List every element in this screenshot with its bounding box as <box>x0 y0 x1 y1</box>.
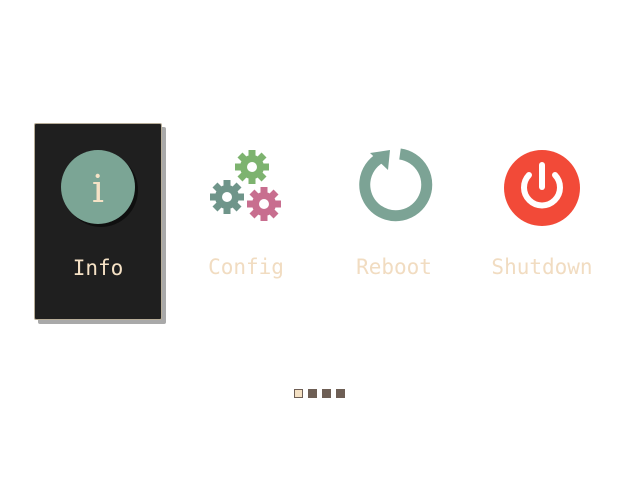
menu-item-shutdown[interactable]: Shutdown <box>478 123 606 320</box>
info-glyph: i <box>92 167 104 211</box>
page-dot-2[interactable] <box>308 389 317 398</box>
gear-teal <box>210 180 244 214</box>
launcher-screen: i Info Config Reboot Shutdown <box>0 0 640 480</box>
page-indicator <box>294 389 345 398</box>
menu-item-reboot-label: Reboot <box>356 255 432 279</box>
menu-item-config[interactable]: Config <box>182 123 310 320</box>
menu-item-info-label: Info <box>72 256 124 280</box>
gear-pink <box>247 187 281 221</box>
menu-item-config-label: Config <box>208 255 284 279</box>
power-icon <box>504 150 580 226</box>
page-dot-3[interactable] <box>322 389 331 398</box>
menu-item-reboot[interactable]: Reboot <box>330 123 458 320</box>
reboot-icon <box>359 148 433 222</box>
gear-green <box>235 150 269 184</box>
info-icon: i <box>61 150 138 227</box>
page-dot-4[interactable] <box>336 389 345 398</box>
menu-item-info[interactable]: i Info <box>34 123 162 320</box>
page-dot-1[interactable] <box>294 389 303 398</box>
menu-item-shutdown-label: Shutdown <box>491 255 593 279</box>
gears-icon <box>210 150 281 221</box>
